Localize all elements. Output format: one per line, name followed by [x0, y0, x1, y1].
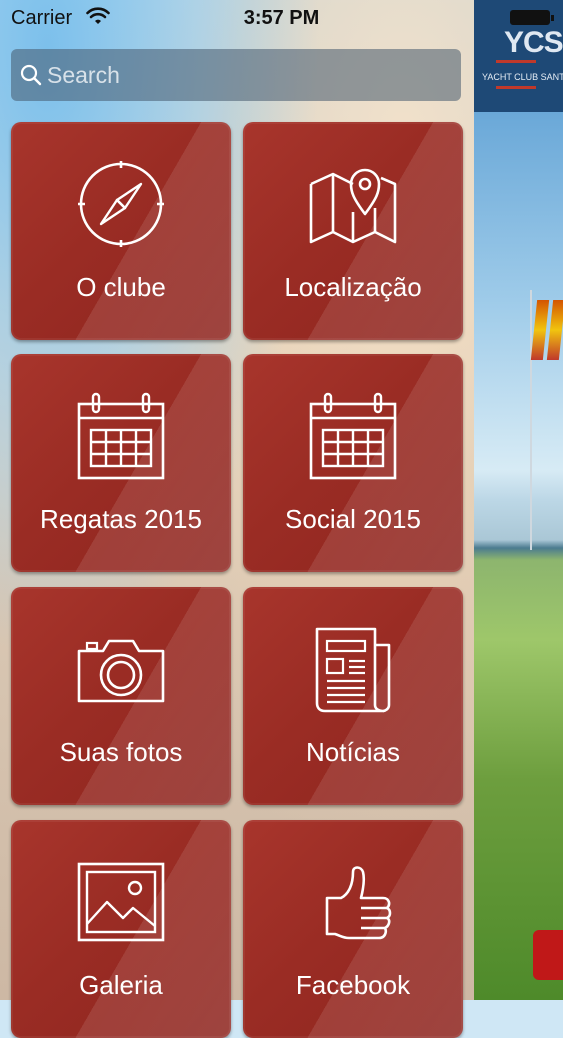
- menu-tile-noticias[interactable]: Notícias: [243, 587, 463, 805]
- side-photo-panel[interactable]: YCS YACHT CLUB SANT: [474, 0, 563, 1000]
- newspaper-icon: [305, 621, 401, 717]
- image-gallery-icon: [73, 854, 169, 950]
- flag-mast: [530, 290, 532, 550]
- logo-subtitle: YACHT CLUB SANT: [482, 72, 563, 82]
- side-tab[interactable]: [533, 930, 563, 980]
- flag: [546, 300, 563, 360]
- menu-tile-social-2015[interactable]: Social 2015: [243, 354, 463, 572]
- search-input[interactable]: [47, 59, 447, 91]
- menu-tile-label: Social 2015: [285, 504, 421, 534]
- status-time: 3:57 PM: [243, 7, 320, 29]
- menu-tile-o-clube[interactable]: O clube: [11, 122, 231, 340]
- menu-tile-label: Suas fotos: [59, 737, 183, 767]
- search-bar[interactable]: [11, 49, 461, 101]
- logo-line-bottom: [496, 86, 536, 89]
- menu-tile-label: O clube: [76, 272, 166, 302]
- menu-tile-label: Galeria: [79, 970, 163, 1000]
- menu-tile-galeria[interactable]: Galeria: [11, 820, 231, 1038]
- menu-tile-regatas-2015[interactable]: Regatas 2015: [11, 354, 231, 572]
- menu-tile-label: Notícias: [306, 737, 400, 767]
- search-icon: [20, 64, 42, 86]
- menu-tile-label: Regatas 2015: [40, 504, 202, 534]
- compass-icon: [73, 156, 169, 252]
- calendar-icon: [305, 388, 401, 484]
- map-pin-icon: [305, 156, 401, 252]
- thumbs-up-icon: [305, 854, 401, 950]
- status-bar: Carrier 3:57 PM: [0, 0, 563, 36]
- calendar-icon: [73, 388, 169, 484]
- logo-line-top: [496, 60, 536, 63]
- menu-tile-label: Facebook: [295, 970, 411, 1000]
- menu-tile-suas-fotos[interactable]: Suas fotos: [11, 587, 231, 805]
- camera-icon: [73, 621, 169, 717]
- menu-tile-facebook[interactable]: Facebook: [243, 820, 463, 1038]
- menu-tile-label: Localização: [284, 272, 422, 302]
- menu-tile-localizacao[interactable]: Localização: [243, 122, 463, 340]
- flag: [530, 300, 550, 360]
